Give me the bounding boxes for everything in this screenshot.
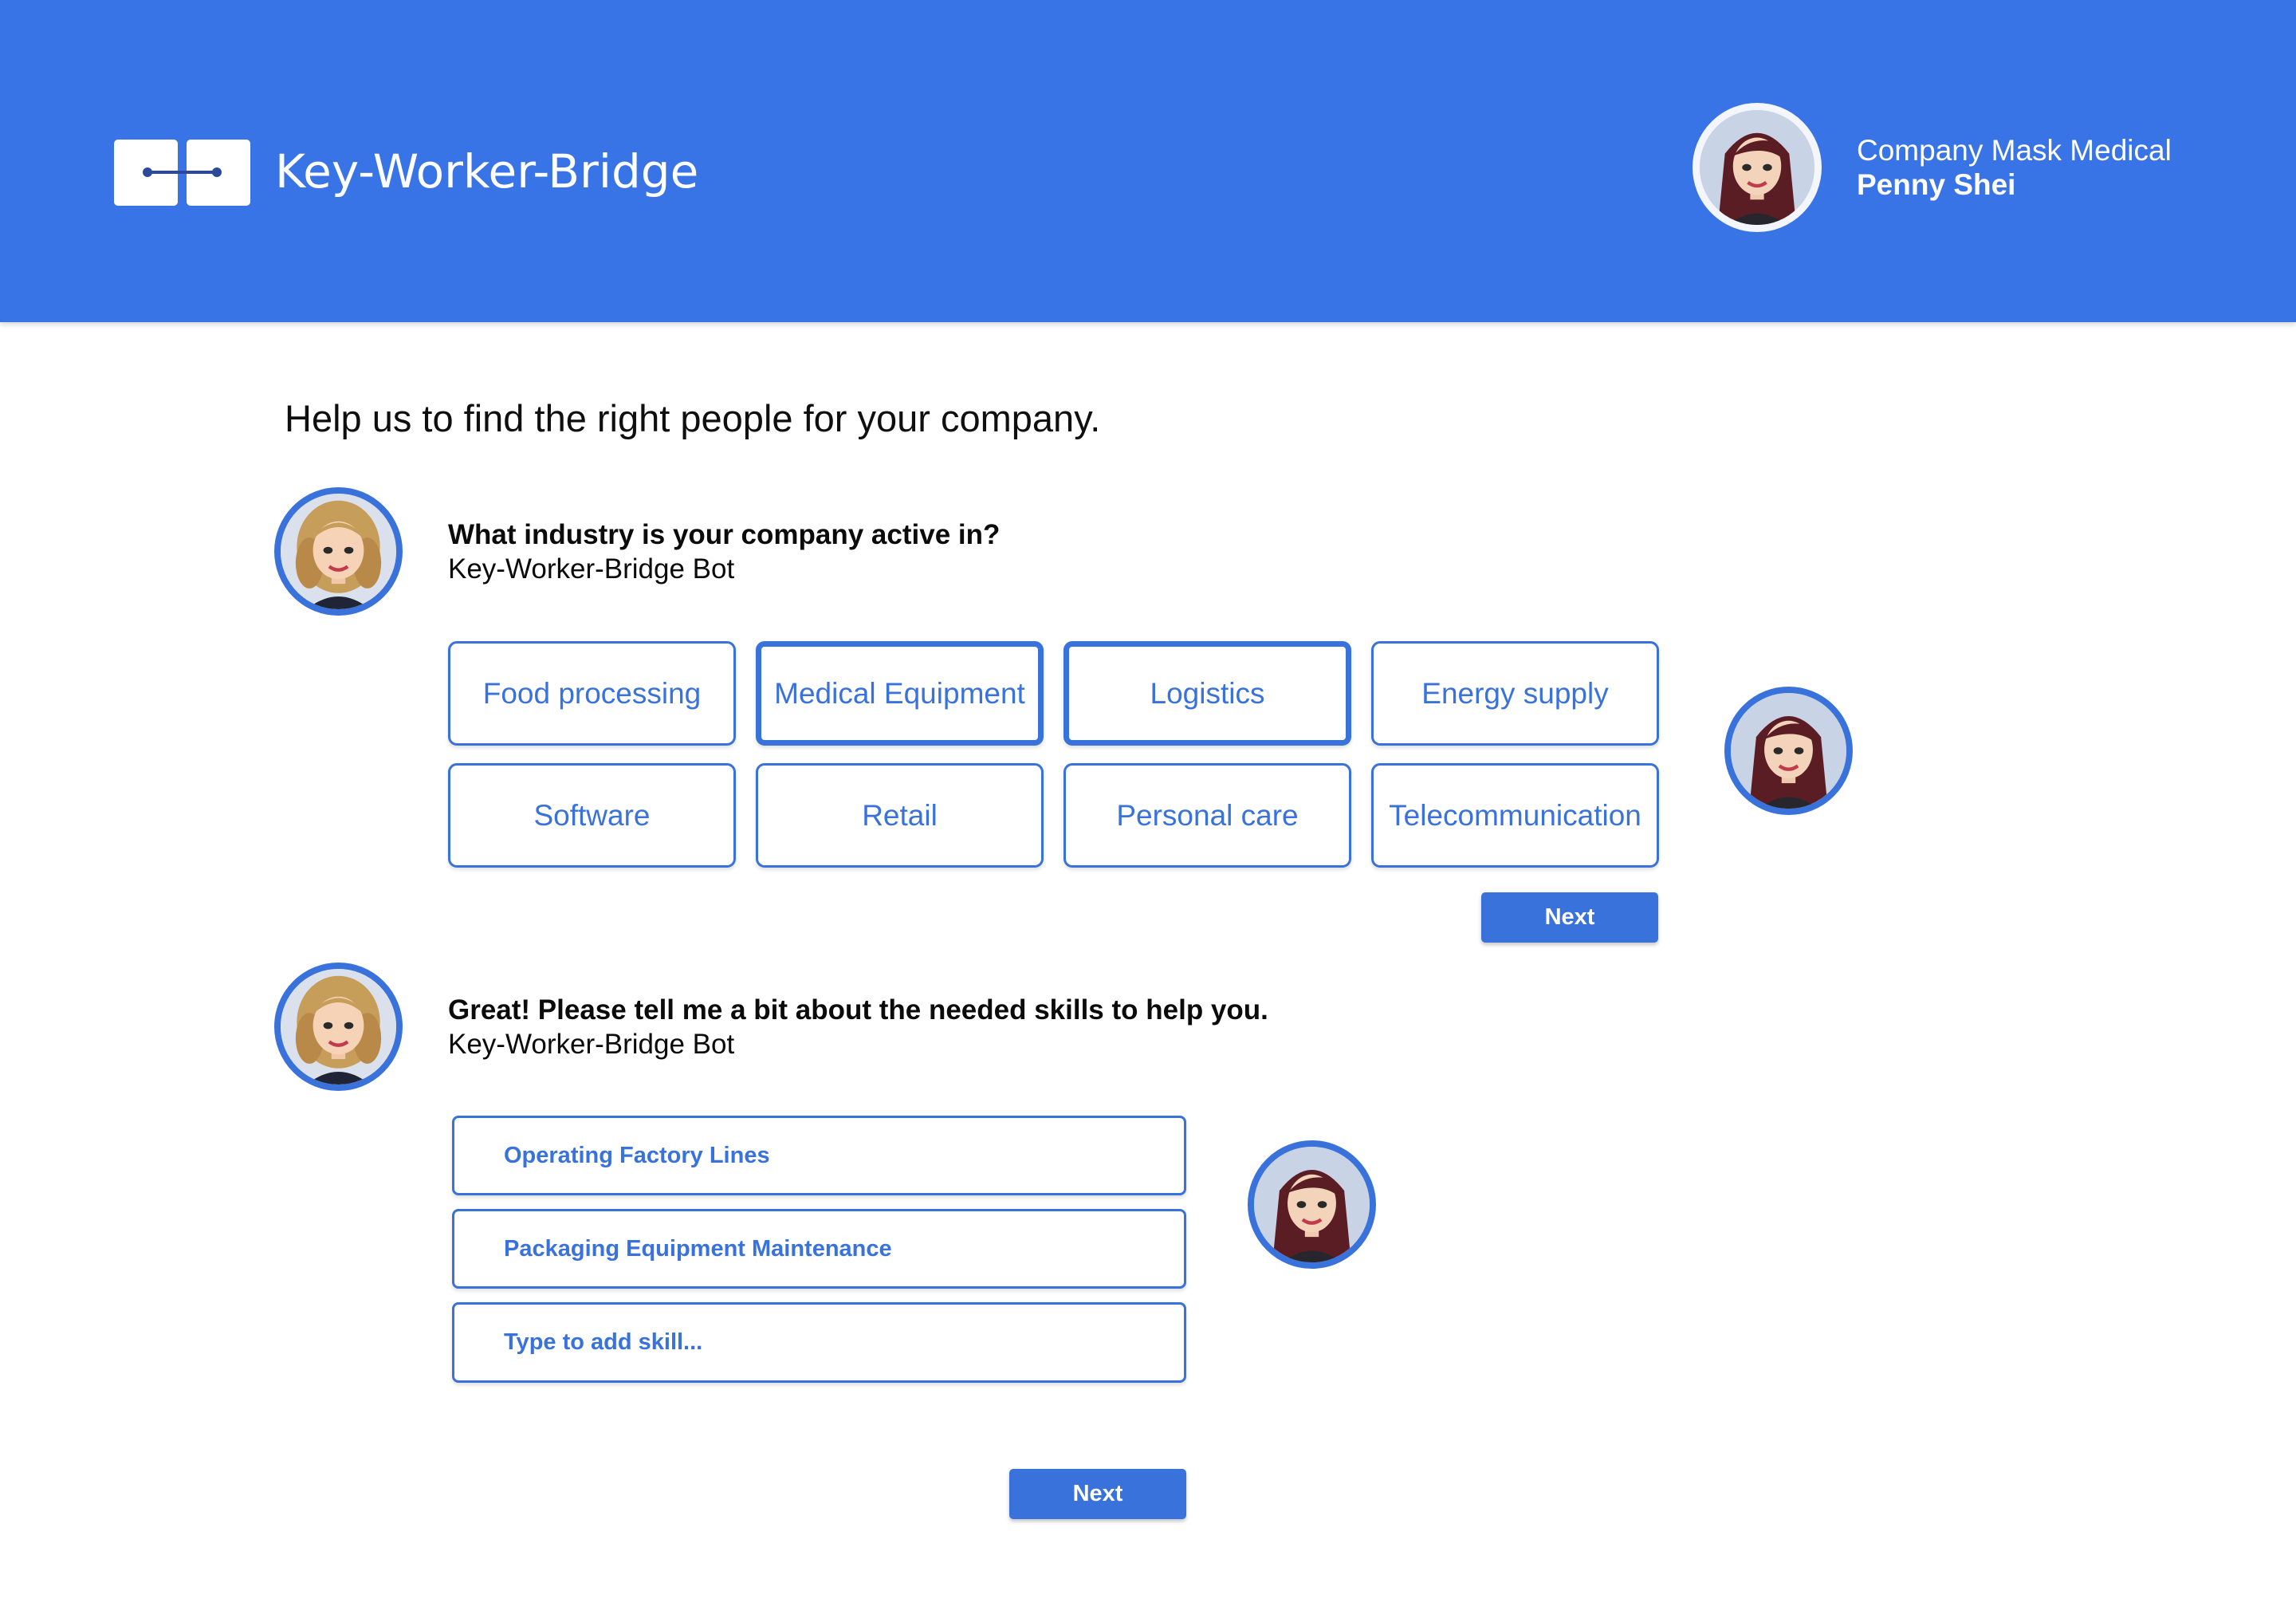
industry-option-energy-supply[interactable]: Energy supply	[1371, 641, 1659, 746]
top-navigation-bar: Key-Worker-Bridge Company Mask Medical P…	[0, 0, 2296, 322]
industry-option-software[interactable]: Software	[448, 763, 736, 868]
user-company-name: Company Mask Medical	[1857, 134, 2172, 167]
bot-avatar	[274, 487, 403, 616]
next-button[interactable]: Next	[1009, 1469, 1186, 1519]
page-heading: Help us to find the right people for you…	[285, 397, 1101, 439]
industry-option-personal-care[interactable]: Personal care	[1063, 763, 1351, 868]
user-reply-avatar	[1724, 687, 1853, 815]
user-reply-avatar	[1248, 1140, 1376, 1269]
industry-option-logistics[interactable]: Logistics	[1063, 641, 1351, 746]
bridge-logo-icon[interactable]	[114, 140, 250, 206]
next-button[interactable]: Next	[1481, 892, 1658, 943]
app-title: Key-Worker-Bridge	[275, 144, 699, 199]
industry-option-telecommunication[interactable]: Telecommunication	[1371, 763, 1659, 868]
industry-option-medical-equipment[interactable]: Medical Equipment	[756, 641, 1044, 746]
skill-item[interactable]: Operating Factory Lines	[452, 1116, 1186, 1195]
message-sender: Key-Worker-Bridge Bot	[448, 1029, 735, 1060]
message-sender: Key-Worker-Bridge Bot	[448, 553, 735, 585]
industry-option-food-processing[interactable]: Food processing	[448, 641, 736, 746]
user-avatar[interactable]	[1693, 103, 1822, 232]
add-skill-input[interactable]	[452, 1302, 1186, 1383]
bot-avatar	[274, 963, 403, 1091]
skill-item[interactable]: Packaging Equipment Maintenance	[452, 1209, 1186, 1289]
question-text: Great! Please tell me a bit about the ne…	[448, 994, 1268, 1026]
industry-option-retail[interactable]: Retail	[756, 763, 1044, 868]
user-name: Penny Shei	[1857, 168, 2016, 201]
question-text: What industry is your company active in?	[448, 519, 1001, 550]
